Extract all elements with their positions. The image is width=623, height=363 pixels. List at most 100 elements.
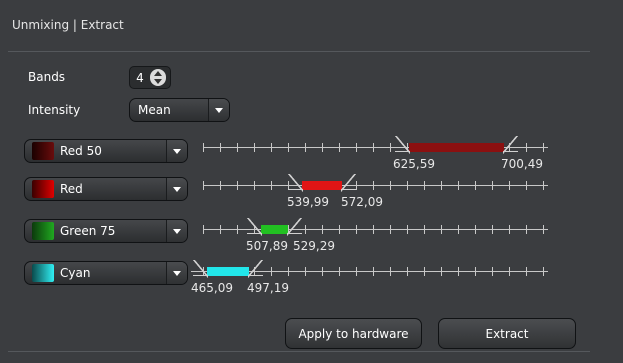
slider-tick	[271, 181, 272, 190]
slider-tick	[543, 225, 544, 234]
slider-tick	[305, 143, 306, 152]
slider-tick	[373, 181, 374, 190]
channel-dropdown-red-50[interactable]: Red 50	[24, 139, 188, 163]
slider-tick	[424, 181, 425, 190]
slider-tick	[475, 181, 476, 190]
slider-tick	[305, 225, 306, 234]
band-high-value: 529,29	[293, 239, 335, 253]
band-slider-red-50[interactable]: 625,59 700,49	[203, 136, 548, 171]
slider-tick	[543, 143, 544, 152]
slider-tick	[271, 143, 272, 152]
spin-arrows-icon[interactable]	[150, 69, 166, 86]
slider-tick	[203, 181, 204, 190]
slider-tick	[526, 143, 527, 152]
slider-tick	[526, 181, 527, 190]
panel-title: Unmixing | Extract	[12, 18, 124, 32]
channel-name: Red	[60, 182, 83, 196]
channel-dropdown-button[interactable]	[166, 262, 187, 284]
slider-tick	[203, 225, 204, 234]
slider-tick	[526, 267, 527, 276]
slider-tick	[220, 143, 221, 152]
band-high-handle[interactable]	[503, 136, 518, 154]
title-divider	[8, 51, 590, 52]
slider-tick	[356, 181, 357, 190]
band-low-value: 465,09	[191, 281, 233, 295]
slider-tick	[220, 181, 221, 190]
band-high-value: 497,19	[247, 281, 289, 295]
slider-tick	[390, 143, 391, 152]
slider-tick	[339, 225, 340, 234]
slider-tick	[424, 225, 425, 234]
bands-spinbox[interactable]: 4	[129, 66, 171, 89]
channel-dropdown-green-75[interactable]: Green 75	[24, 219, 188, 243]
slider-tick	[441, 181, 442, 190]
chevron-down-icon	[173, 228, 181, 234]
band-high-value: 700,49	[501, 157, 543, 171]
slider-tick	[441, 225, 442, 234]
channel-dropdown-button[interactable]	[166, 220, 187, 242]
slider-tick	[509, 181, 510, 190]
slider-tick	[458, 225, 459, 234]
slider-tick	[390, 225, 391, 234]
bands-label: Bands	[28, 70, 66, 84]
bands-value[interactable]: 4	[130, 71, 150, 85]
intensity-label: Intensity	[28, 103, 81, 117]
slider-tick	[458, 181, 459, 190]
slider-tick	[492, 225, 493, 234]
intensity-dropdown-button[interactable]	[208, 99, 229, 121]
slider-tick	[271, 267, 272, 276]
band-low-value: 539,99	[287, 195, 329, 209]
slider-tick	[322, 225, 323, 234]
slider-tick	[407, 181, 408, 190]
slider-tick	[441, 267, 442, 276]
chevron-down-icon	[173, 148, 181, 154]
slider-tick	[254, 181, 255, 190]
band-low-handle[interactable]	[193, 260, 208, 278]
band-range	[302, 181, 342, 190]
channel-name: Green 75	[60, 224, 116, 238]
slider-tick	[492, 267, 493, 276]
chevron-down-icon	[173, 186, 181, 192]
slider-tick	[220, 225, 221, 234]
band-low-handle[interactable]	[395, 136, 410, 154]
slider-tick	[237, 225, 238, 234]
slider-tick	[407, 267, 408, 276]
intensity-dropdown[interactable]: Mean	[129, 98, 230, 122]
slider-tick	[373, 225, 374, 234]
channel-dropdown-cyan[interactable]: Cyan	[24, 261, 188, 285]
slider-tick	[407, 225, 408, 234]
slider-tick	[475, 267, 476, 276]
slider-tick	[543, 267, 544, 276]
color-swatch	[32, 264, 54, 282]
slider-tick	[254, 143, 255, 152]
slider-tick	[288, 143, 289, 152]
band-high-handle[interactable]	[341, 174, 356, 192]
slider-tick	[509, 225, 510, 234]
band-low-handle[interactable]	[288, 174, 303, 192]
extract-button[interactable]: Extract	[438, 318, 576, 349]
channel-dropdown-button[interactable]	[166, 178, 187, 200]
band-range	[261, 225, 288, 234]
apply-to-hardware-button[interactable]: Apply to hardware	[285, 318, 422, 349]
band-low-value: 507,89	[246, 239, 288, 253]
channel-dropdown-red[interactable]: Red	[24, 177, 188, 201]
slider-tick	[305, 267, 306, 276]
band-slider-red[interactable]: 539,99 572,09	[203, 174, 548, 209]
color-swatch	[32, 180, 54, 198]
slider-tick	[509, 267, 510, 276]
slider-tick	[356, 225, 357, 234]
channel-name: Red 50	[60, 144, 102, 158]
color-swatch	[32, 222, 54, 240]
color-swatch	[32, 142, 54, 160]
channel-dropdown-button[interactable]	[166, 140, 187, 162]
band-slider-green-75[interactable]: 507,89 529,29	[203, 218, 548, 253]
band-slider-cyan[interactable]: 465,09 497,19	[191, 260, 548, 295]
slider-tick	[237, 143, 238, 152]
band-high-handle[interactable]	[287, 218, 302, 236]
slider-tick	[526, 225, 527, 234]
chevron-down-icon	[215, 107, 223, 113]
slider-tick	[543, 181, 544, 190]
band-low-handle[interactable]	[247, 218, 262, 236]
channel-name: Cyan	[60, 266, 91, 280]
band-high-handle[interactable]	[248, 260, 263, 278]
